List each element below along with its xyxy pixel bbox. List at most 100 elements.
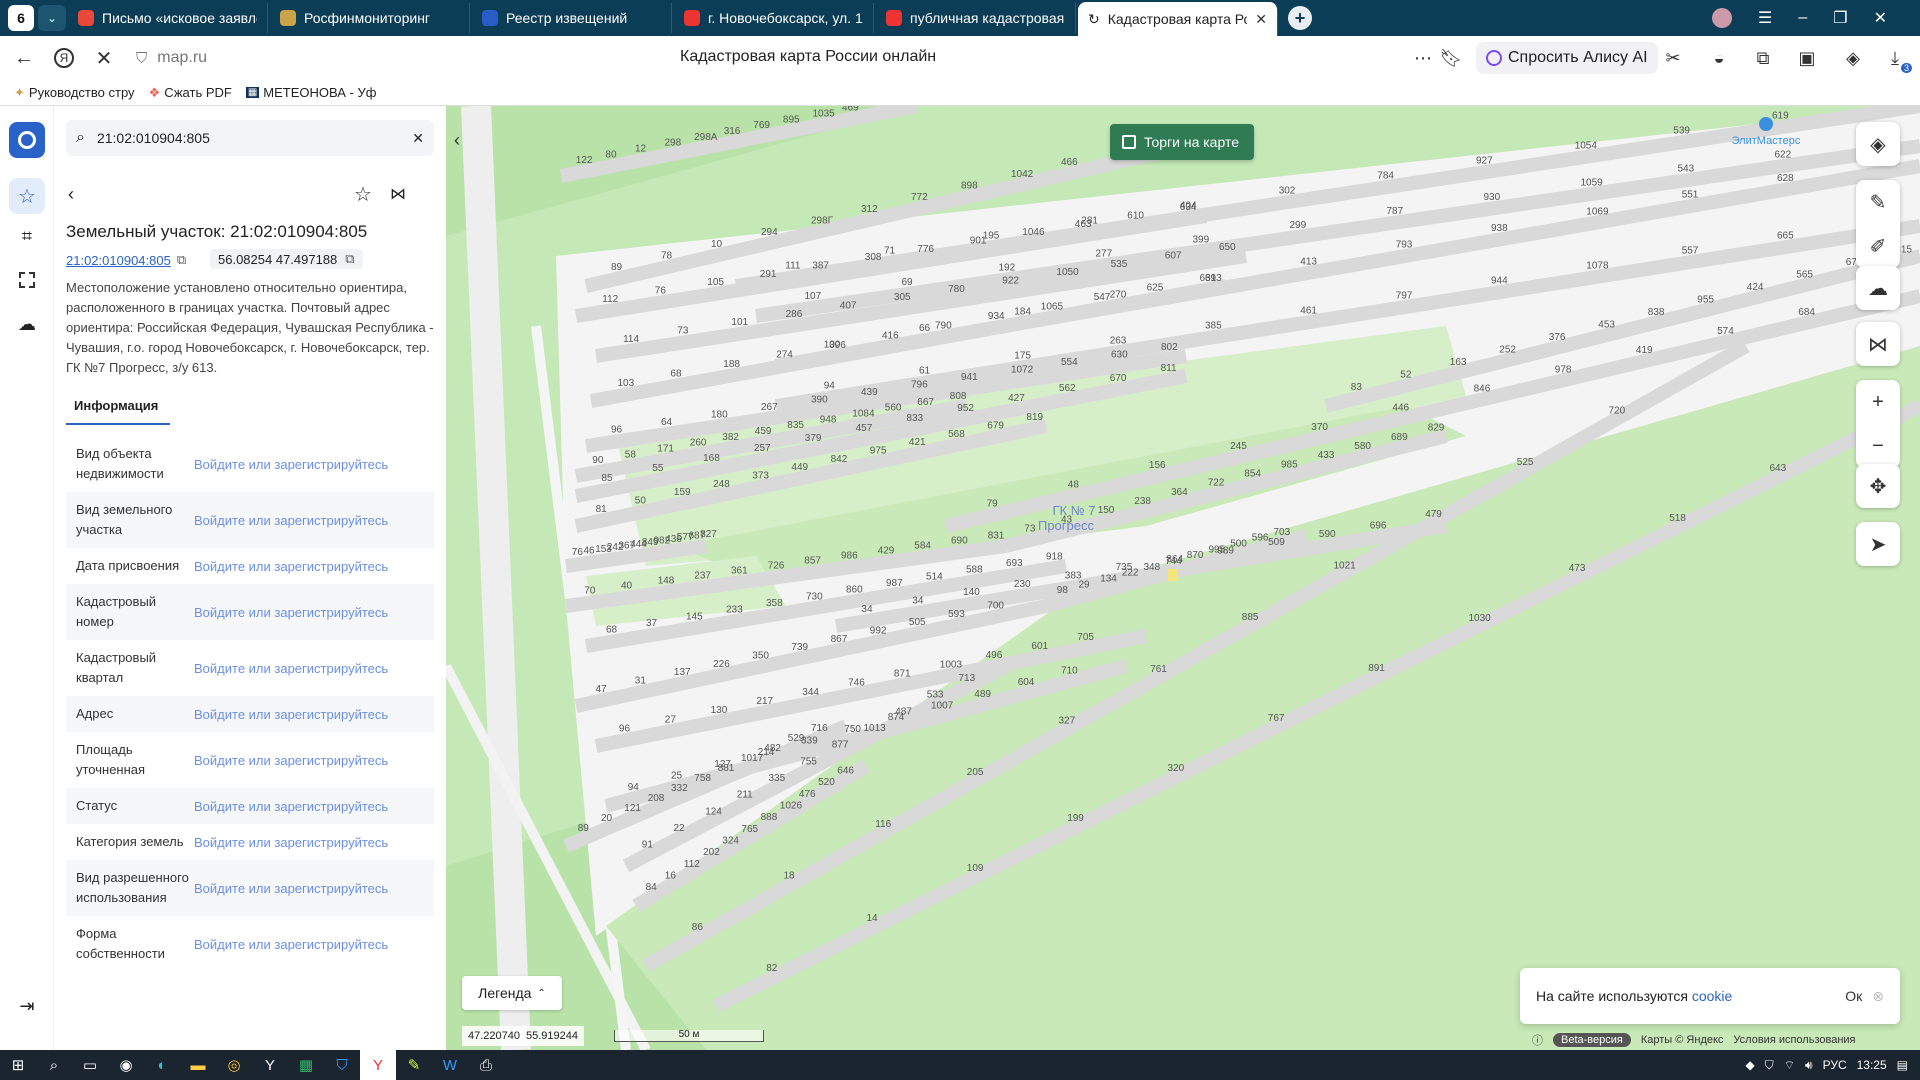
parcel-number-label[interactable]: 16 xyxy=(665,871,677,882)
parcel-number-label[interactable]: 1042 xyxy=(1011,169,1034,180)
parcel-number-label[interactable]: 453 xyxy=(1598,319,1615,330)
parcel-number-label[interactable]: 103 xyxy=(618,378,635,389)
yandex-icon[interactable]: Y xyxy=(252,1050,288,1080)
parcel-number-label[interactable]: 901 xyxy=(970,236,987,247)
shield-icon[interactable]: ⛉ xyxy=(324,1050,360,1080)
volume-icon[interactable]: 🔊︎ xyxy=(1805,1058,1813,1073)
parcel-number-label[interactable]: 888 xyxy=(761,812,778,823)
parcel-number-label[interactable]: 557 xyxy=(1682,246,1699,257)
parcel-number-label[interactable]: 838 xyxy=(1648,307,1665,318)
parcel-number-label[interactable]: 111 xyxy=(785,261,801,272)
parcel-number-label[interactable]: 758 xyxy=(694,773,711,784)
parcel-number-label[interactable]: 539 xyxy=(1673,126,1690,137)
parcel-number-label[interactable]: 81 xyxy=(596,504,608,515)
parcel-number-label[interactable]: 20 xyxy=(601,813,613,824)
parcel-number-label[interactable]: 439 xyxy=(861,387,878,398)
login-link[interactable]: Войдите или зарегистрируйтесь xyxy=(194,881,388,896)
search-icon[interactable]: ⌕ xyxy=(36,1050,72,1080)
parcel-number-label[interactable]: 358 xyxy=(766,598,783,609)
parcel-number-label[interactable]: 625 xyxy=(1147,282,1164,293)
bookmark-item[interactable]: ❖ Сжать PDF xyxy=(149,85,232,101)
parcel-number-label[interactable]: 86 xyxy=(692,922,704,933)
parcel-number-label[interactable]: 168 xyxy=(703,453,720,464)
notes-icon[interactable]: ✎ xyxy=(396,1050,432,1080)
parcel-number-label[interactable]: 52 xyxy=(1400,369,1412,380)
parcel-number-label[interactable]: 776 xyxy=(917,244,934,255)
parcel-number-label[interactable]: 518 xyxy=(1669,513,1686,524)
bookmark-item[interactable]: ✦ Руководство стру xyxy=(14,85,135,101)
parcel-number-label[interactable]: 653 xyxy=(1871,106,1888,107)
parcel-number-label[interactable]: 767 xyxy=(1268,713,1285,724)
parcel-number-label[interactable]: 857 xyxy=(804,556,821,567)
parcel-number-label[interactable]: 40 xyxy=(621,581,633,592)
parcel-number-label[interactable]: 399 xyxy=(1193,234,1210,245)
parcel-number-label[interactable]: 463 xyxy=(1075,219,1092,230)
parcel-number-label[interactable]: 69 xyxy=(902,277,914,288)
parcel-number-label[interactable]: 76 xyxy=(655,286,667,297)
back-button[interactable]: ← xyxy=(4,38,44,78)
parcel-number-label[interactable]: 1050 xyxy=(1056,267,1079,278)
poi-marker-icon[interactable] xyxy=(1759,117,1773,131)
parcel-number-label[interactable]: 793 xyxy=(1396,240,1413,251)
map-tool-button[interactable]: ⌗ xyxy=(9,218,45,254)
parcel-number-label[interactable]: 68 xyxy=(670,369,682,380)
more-icon[interactable]: ⋯ xyxy=(1410,45,1436,71)
parcel-number-label[interactable]: 975 xyxy=(870,446,887,457)
copy-icon[interactable]: ⧉ xyxy=(177,252,186,268)
parcel-number-label[interactable]: 364 xyxy=(1171,487,1188,498)
layers-icon[interactable]: ◈ xyxy=(1856,122,1900,166)
parcel-number-label[interactable]: 1007 xyxy=(931,701,954,712)
parcel-number-label[interactable]: 787 xyxy=(1387,206,1404,217)
parcel-number-label[interactable]: 324 xyxy=(722,836,739,847)
task-view-icon[interactable]: ▭ xyxy=(72,1050,108,1080)
parcel-number-label[interactable]: 291 xyxy=(760,269,777,280)
parcel-number-label[interactable]: 596 xyxy=(1252,533,1269,544)
login-link[interactable]: Войдите или зарегистрируйтесь xyxy=(194,513,388,528)
parcel-number-label[interactable]: 690 xyxy=(951,536,968,547)
app-icon[interactable]: ◉ xyxy=(108,1050,144,1080)
parcel-number-label[interactable]: 995 xyxy=(1209,544,1226,555)
parcel-number-label[interactable]: 665 xyxy=(1777,231,1794,242)
printer-icon[interactable]: ⎙ xyxy=(468,1050,504,1080)
parcel-number-label[interactable]: 684 xyxy=(1798,307,1815,318)
parcel-number-label[interactable]: 466 xyxy=(1061,157,1078,168)
parcel-number-label[interactable]: 199 xyxy=(1067,813,1084,824)
parcel-number-label[interactable]: 312 xyxy=(861,204,878,215)
new-tab-button[interactable]: + xyxy=(1288,6,1312,30)
parcel-number-label[interactable]: 667 xyxy=(917,397,934,408)
parcel-number-label[interactable]: 755 xyxy=(800,756,817,767)
start-icon[interactable]: ⊞ xyxy=(0,1050,36,1080)
info-icon[interactable]: ⓘ xyxy=(1532,1032,1543,1048)
parcel-number-label[interactable]: 986 xyxy=(841,551,858,562)
parcel-number-label[interactable]: 489 xyxy=(974,689,991,700)
parcel-number-label[interactable]: 1072 xyxy=(1011,364,1034,375)
parcel-number-label[interactable]: 864 xyxy=(1166,554,1183,565)
parcel-number-label[interactable]: 429 xyxy=(878,546,895,557)
ruler-icon[interactable]: ✎ xyxy=(1856,180,1900,224)
parcel-number-label[interactable]: 1017 xyxy=(741,753,764,764)
parcel-number-label[interactable]: 270 xyxy=(1110,290,1127,301)
browser-tab[interactable]: Реестр извещений xyxy=(472,3,672,33)
parcel-number-label[interactable]: 520 xyxy=(818,777,835,788)
parcel-number-label[interactable]: 192 xyxy=(999,263,1016,274)
extension-icon[interactable]: ✂︎ xyxy=(1660,45,1686,71)
parcel-number-label[interactable]: 121 xyxy=(624,803,641,814)
legend-button[interactable]: Легенда ⌃ xyxy=(462,976,562,1010)
parcel-number-label[interactable]: 305 xyxy=(894,292,911,303)
parcel-number-label[interactable]: 379 xyxy=(805,433,822,444)
parcel-number-label[interactable]: 769 xyxy=(753,120,770,131)
parcel-number-label[interactable]: 91 xyxy=(642,840,654,851)
parcel-number-label[interactable]: 85 xyxy=(601,473,613,484)
parcel-number-label[interactable]: 96 xyxy=(611,424,623,435)
parcel-number-label[interactable]: 604 xyxy=(1018,677,1035,688)
parcel-number-label[interactable]: 941 xyxy=(961,372,978,383)
parcel-number-label[interactable]: 790 xyxy=(935,321,952,332)
wifi-icon[interactable]: ⌔ xyxy=(1784,1058,1795,1073)
copy-icon[interactable]: ⧉ xyxy=(345,251,354,267)
login-link[interactable]: Войдите или зарегистрируйтесь xyxy=(194,937,388,952)
parcel-number-label[interactable]: 76 xyxy=(572,547,584,558)
explorer-icon[interactable]: ▬ xyxy=(180,1050,216,1080)
parcel-number-label[interactable]: 535 xyxy=(1111,259,1128,270)
parcel-number-label[interactable]: 496 xyxy=(986,650,1003,661)
parcel-number-label[interactable]: 761 xyxy=(1150,664,1167,675)
